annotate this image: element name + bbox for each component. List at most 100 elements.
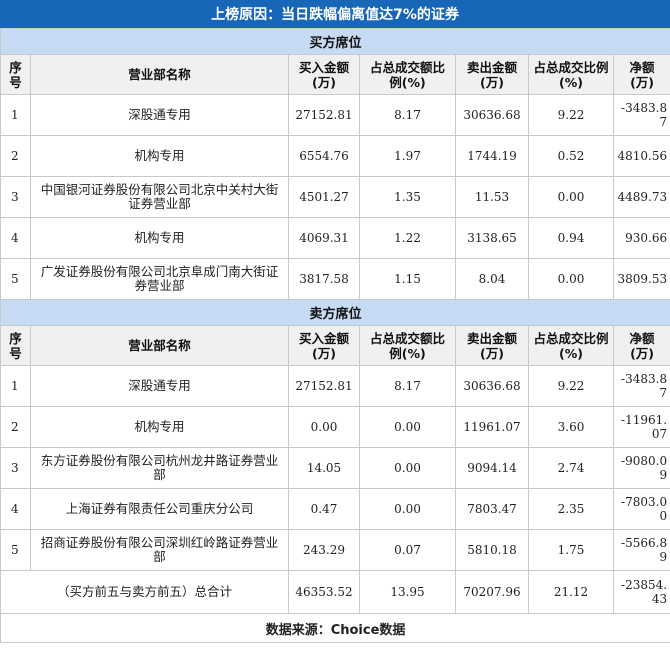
sell-seat-row: 3 东方证券股份有限公司杭州龙井路证券营业部 14.05 0.00 9094.14 2.7… <box>0 447 670 489</box>
branch-name: 招商证券股份有限公司深圳红岭路证券营业部 <box>30 529 289 571</box>
page-title: 上榜原因：当日跌幅偏离值达7%的证券 <box>0 0 670 28</box>
sell-amount: 11.53 <box>455 176 529 218</box>
sell-pct: 9.22 <box>528 94 614 136</box>
col-header-idx: 序号 <box>0 54 31 95</box>
row-index: 5 <box>0 258 31 300</box>
buy-pct: 1.15 <box>359 258 456 300</box>
col-header-buy-pct: 占总成交额比例(%) <box>359 54 456 95</box>
row-index: 3 <box>0 176 31 218</box>
buy-section-header: 买方席位 <box>0 28 670 55</box>
row-index: 5 <box>0 529 31 571</box>
sell-seat-row: 4 上海证券有限责任公司重庆分公司 0.47 0.00 7803.47 2.35 -7803… <box>0 488 670 530</box>
net-amount: 3809.53 <box>612 258 670 300</box>
sell-section-label: 卖方席位 <box>0 299 670 326</box>
branch-name: 机构专用 <box>30 135 289 177</box>
row-index: 3 <box>0 447 31 489</box>
buy-amount: 4501.27 <box>288 176 360 218</box>
total-net: -23854.43 <box>612 570 670 614</box>
sell-seat-row: 1 深股通专用 27152.81 8.17 30636.68 9.22 -3483.87 <box>0 365 670 407</box>
buy-amount: 27152.81 <box>288 365 360 407</box>
row-index: 1 <box>0 94 31 136</box>
buy-amount: 27152.81 <box>288 94 360 136</box>
net-amount: 930.66 <box>612 217 670 259</box>
sell-amount: 5810.18 <box>455 529 529 571</box>
footer-row: 数据来源：Choice数据 <box>0 613 670 643</box>
buy-pct: 0.00 <box>359 406 456 448</box>
sell-amount: 8.04 <box>455 258 529 300</box>
buy-pct: 1.97 <box>359 135 456 177</box>
row-index: 2 <box>0 406 31 448</box>
sell-pct: 1.75 <box>528 529 614 571</box>
sell-pct: 9.22 <box>528 365 614 407</box>
branch-name: 深股通专用 <box>30 365 289 407</box>
buy-pct: 0.00 <box>359 488 456 530</box>
buy-section-label: 买方席位 <box>0 28 670 55</box>
branch-name: 东方证券股份有限公司杭州龙井路证券营业部 <box>30 447 289 489</box>
sell-pct: 0.00 <box>528 258 614 300</box>
total-row: （买方前五与卖方前五）总合计 46353.52 13.95 70207.96 2… <box>0 570 670 614</box>
buy-pct: 1.35 <box>359 176 456 218</box>
col-header-name: 营业部名称 <box>30 54 289 95</box>
buy-amount: 6554.76 <box>288 135 360 177</box>
net-amount: -7803.00 <box>612 488 670 530</box>
col-header-sell-pct: 占总成交比例(%) <box>528 54 614 95</box>
sell-pct: 2.74 <box>528 447 614 489</box>
buy-pct: 0.00 <box>359 447 456 489</box>
buy-pct: 8.17 <box>359 94 456 136</box>
branch-name: 中国银河证券股份有限公司北京中关村大街证券营业部 <box>30 176 289 218</box>
sell-amount: 11961.07 <box>455 406 529 448</box>
col-header-buy: 买入金额(万) <box>288 54 360 95</box>
total-sell: 70207.96 <box>455 570 529 614</box>
buy-pct: 0.07 <box>359 529 456 571</box>
buy-seat-row: 3 中国银河证券股份有限公司北京中关村大街证券营业部 4501.27 1.35 11.5… <box>0 176 670 218</box>
buy-amount: 4069.31 <box>288 217 360 259</box>
total-buy-pct: 13.95 <box>359 570 456 614</box>
buy-amount: 14.05 <box>288 447 360 489</box>
sell-column-headers: 序号 营业部名称 买入金额(万) 占总成交额比例(%) 卖出金额(万) 占总成交… <box>0 325 670 366</box>
net-amount: 4810.56 <box>612 135 670 177</box>
row-index: 4 <box>0 488 31 530</box>
net-amount: 4489.73 <box>612 176 670 218</box>
buy-pct: 8.17 <box>359 365 456 407</box>
buy-amount: 3817.58 <box>288 258 360 300</box>
buy-seat-row: 1 深股通专用 27152.81 8.17 30636.68 9.22 -3483.87 <box>0 94 670 136</box>
net-amount: -3483.87 <box>612 365 670 407</box>
branch-name: 机构专用 <box>30 406 289 448</box>
net-amount: -9080.09 <box>612 447 670 489</box>
sell-pct: 3.60 <box>528 406 614 448</box>
total-sell-pct: 21.12 <box>528 570 614 614</box>
col-header-idx: 序号 <box>0 325 31 366</box>
sell-seat-row: 2 机构专用 0.00 0.00 11961.07 3.60 -11961.07 <box>0 406 670 448</box>
buy-amount: 0.00 <box>288 406 360 448</box>
branch-name: 广发证券股份有限公司北京阜成门南大街证券营业部 <box>30 258 289 300</box>
net-amount: -5566.89 <box>612 529 670 571</box>
total-buy: 46353.52 <box>288 570 360 614</box>
buy-amount: 0.47 <box>288 488 360 530</box>
buy-amount: 243.29 <box>288 529 360 571</box>
branch-name: 深股通专用 <box>30 94 289 136</box>
data-source: 数据来源：Choice数据 <box>0 613 670 643</box>
sell-seat-row: 5 招商证券股份有限公司深圳红岭路证券营业部 243.29 0.07 5810.18 1.… <box>0 529 670 571</box>
buy-column-headers: 序号 营业部名称 买入金额(万) 占总成交额比例(%) 卖出金额(万) 占总成交… <box>0 54 670 95</box>
sell-amount: 1744.19 <box>455 135 529 177</box>
buy-pct: 1.22 <box>359 217 456 259</box>
total-label: （买方前五与卖方前五）总合计 <box>0 570 289 614</box>
branch-name: 上海证券有限责任公司重庆分公司 <box>30 488 289 530</box>
buy-seat-row: 5 广发证券股份有限公司北京阜成门南大街证券营业部 3817.58 1.15 8.04 0… <box>0 258 670 300</box>
col-header-sell-pct: 占总成交比例(%) <box>528 325 614 366</box>
row-index: 4 <box>0 217 31 259</box>
dragon-tiger-list: 上榜原因：当日跌幅偏离值达7%的证券 买方席位 序号 营业部名称 买入金额(万)… <box>0 0 670 654</box>
sell-pct: 2.35 <box>528 488 614 530</box>
row-index: 2 <box>0 135 31 177</box>
sell-amount: 3138.65 <box>455 217 529 259</box>
buy-seat-row: 2 机构专用 6554.76 1.97 1744.19 0.52 4810.56 <box>0 135 670 177</box>
sell-amount: 30636.68 <box>455 365 529 407</box>
seat-table: 买方席位 序号 营业部名称 买入金额(万) 占总成交额比例(%) 卖出金额(万)… <box>0 28 670 643</box>
sell-pct: 0.52 <box>528 135 614 177</box>
buy-seat-row: 4 机构专用 4069.31 1.22 3138.65 0.94 930.66 <box>0 217 670 259</box>
col-header-sell: 卖出金额(万) <box>455 325 529 366</box>
sell-amount: 30636.68 <box>455 94 529 136</box>
col-header-net: 净额(万) <box>612 325 670 366</box>
branch-name: 机构专用 <box>30 217 289 259</box>
net-amount: -3483.87 <box>612 94 670 136</box>
